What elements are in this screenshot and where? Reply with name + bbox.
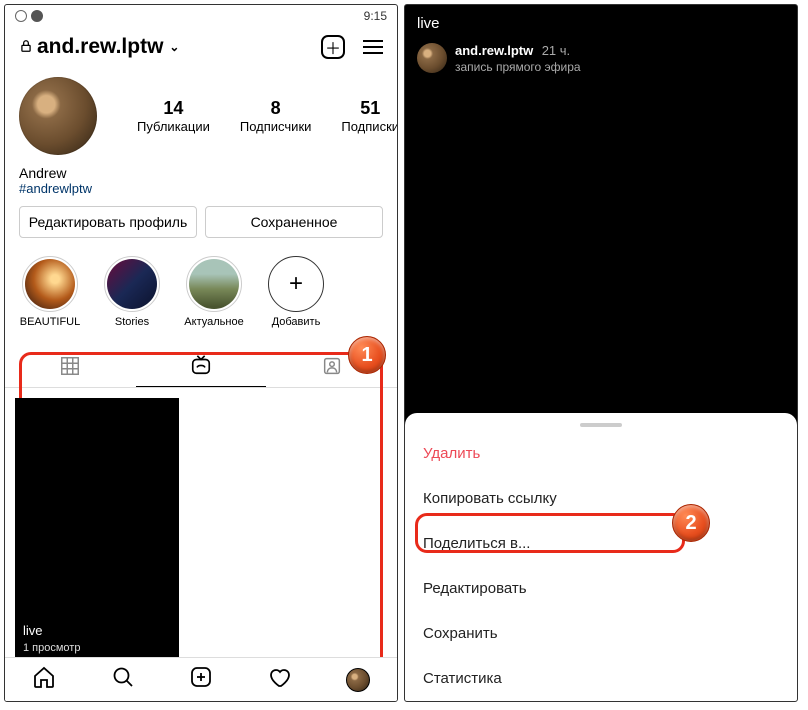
following-stat[interactable]: 51 Подписки (341, 98, 398, 134)
following-count: 51 (341, 98, 398, 119)
profile-tabs (5, 344, 397, 388)
activity-tab[interactable] (267, 665, 291, 694)
igtv-video-thumb[interactable]: live 1 просмотр (15, 398, 179, 658)
bio-hashtag[interactable]: #andrewlptw (19, 181, 383, 196)
edit-profile-button[interactable]: Редактировать профиль (19, 206, 197, 238)
video-title: live (23, 623, 43, 638)
grid-tab[interactable] (5, 344, 136, 387)
heart-icon (267, 665, 291, 689)
avatar-icon (346, 668, 370, 692)
video-author-row[interactable]: and.rew.lptw 21 ч. запись прямого эфира (417, 42, 785, 74)
edit-option[interactable]: Редактировать (405, 566, 797, 611)
status-icon (15, 10, 27, 22)
saved-button[interactable]: Сохраненное (205, 206, 383, 238)
highlight-label: Добавить (265, 316, 327, 328)
highlight-cover (107, 259, 157, 309)
search-tab[interactable] (111, 665, 135, 694)
home-tab[interactable] (32, 665, 56, 694)
highlights-row[interactable]: BEAUTIFUL Stories Актуальное + Добавить (5, 252, 397, 338)
following-label: Подписки (341, 119, 398, 134)
video-header: live and.rew.lptw 21 ч. запись прямого э… (405, 5, 797, 84)
highlight-cover (189, 259, 239, 309)
highlight-label: Актуальное (183, 316, 245, 328)
posts-count: 14 (137, 98, 210, 119)
video-subtitle: запись прямого эфира (455, 60, 581, 74)
video-views: 1 просмотр (23, 642, 80, 654)
igtv-icon (190, 354, 212, 376)
grid-icon (59, 355, 81, 377)
username-text: and.rew.lptw (37, 35, 163, 59)
author-username: and.rew.lptw (455, 43, 533, 58)
share-option[interactable]: Поделиться в... (405, 521, 797, 566)
author-avatar (417, 43, 447, 73)
status-time: 9:15 (364, 9, 387, 23)
action-sheet: Удалить Копировать ссылку Поделиться в..… (405, 413, 797, 701)
igtv-tab[interactable] (136, 344, 267, 387)
video-page-title: live (417, 15, 785, 32)
lock-icon (19, 35, 33, 59)
profile-avatar[interactable] (19, 77, 97, 155)
menu-button[interactable] (363, 40, 383, 54)
highlight-item[interactable]: Актуальное (183, 256, 245, 328)
profile-tab[interactable] (346, 668, 370, 692)
tagged-icon (321, 355, 343, 377)
sheet-handle[interactable] (580, 423, 622, 427)
tagged-tab[interactable] (266, 344, 397, 387)
highlight-item[interactable]: BEAUTIFUL (19, 256, 81, 328)
posts-label: Публикации (137, 119, 210, 134)
highlight-cover (25, 259, 75, 309)
followers-count: 8 (240, 98, 312, 119)
username-dropdown[interactable]: and.rew.lptw ⌄ (19, 35, 179, 59)
followers-label: Подписчики (240, 119, 312, 134)
create-post-button[interactable]: ＋ (321, 35, 345, 59)
status-icon (31, 10, 43, 22)
followers-stat[interactable]: 8 Подписчики (240, 98, 312, 134)
copy-link-option[interactable]: Копировать ссылку (405, 476, 797, 521)
profile-stats-row: 14 Публикации 8 Подписчики 51 Подписки (5, 67, 397, 165)
profile-bio: Andrew #andrewlptw (5, 165, 397, 206)
search-icon (111, 665, 135, 689)
add-highlight-button[interactable]: + Добавить (265, 256, 327, 328)
posts-stat[interactable]: 14 Публикации (137, 98, 210, 134)
statistics-option[interactable]: Статистика (405, 656, 797, 701)
video-time: 21 ч. (542, 43, 570, 58)
bottom-nav (5, 657, 397, 701)
new-post-tab[interactable] (189, 665, 213, 694)
highlight-label: BEAUTIFUL (19, 316, 81, 328)
save-option[interactable]: Сохранить (405, 611, 797, 656)
delete-option[interactable]: Удалить (405, 431, 797, 476)
status-bar: 9:15 (5, 5, 397, 27)
igtv-video-screen: live and.rew.lptw 21 ч. запись прямого э… (404, 4, 798, 702)
highlight-item[interactable]: Stories (101, 256, 163, 328)
highlight-label: Stories (101, 316, 163, 328)
plus-box-icon (189, 665, 213, 689)
chevron-down-icon: ⌄ (169, 40, 179, 54)
instagram-profile-screen: 9:15 and.rew.lptw ⌄ ＋ 14 Публикации 8 По… (4, 4, 398, 702)
profile-header: and.rew.lptw ⌄ ＋ (5, 27, 397, 67)
status-left-icons (15, 10, 43, 22)
igtv-grid: live 1 просмотр (5, 388, 397, 658)
display-name: Andrew (19, 165, 383, 181)
home-icon (32, 665, 56, 689)
plus-icon: + (268, 256, 324, 312)
